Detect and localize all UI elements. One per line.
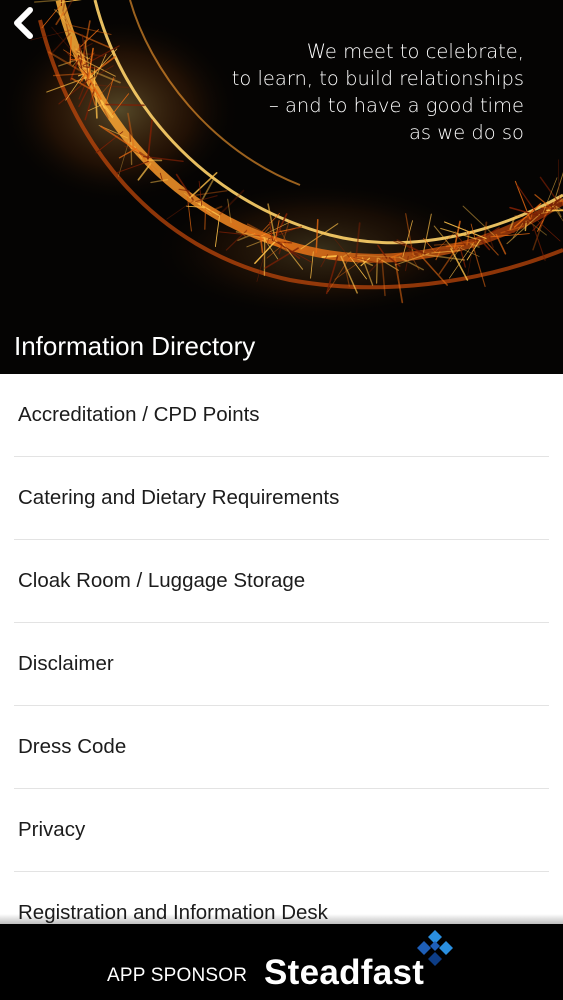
tagline-line: – and to have a good time	[269, 94, 524, 117]
list-item[interactable]: Disclaimer	[0, 623, 563, 706]
diamond-cluster-logo-icon	[417, 930, 453, 966]
tagline-line: as we do so	[408, 121, 524, 144]
spark-strand	[41, 4, 62, 29]
tagline-line: We meet to celebrate,	[306, 40, 524, 63]
spark-strand	[204, 207, 207, 230]
tagline-line: to learn, to build relationships	[231, 67, 524, 90]
list-item-label: Catering and Dietary Requirements	[18, 486, 340, 509]
page-title: Information Directory	[14, 331, 256, 361]
hero-banner: We meet to celebrate, to learn, to build…	[0, 0, 563, 374]
list-item[interactable]: Cloak Room / Luggage Storage	[0, 540, 563, 623]
list-item-label: Dress Code	[18, 735, 127, 758]
list-item-label: Cloak Room / Luggage Storage	[18, 569, 306, 592]
logo-diamond	[417, 941, 431, 955]
logo-diamond	[428, 952, 442, 966]
sponsor-logo-text: Steadfast	[264, 953, 425, 992]
directory-list: Accreditation / CPD Points Catering and …	[0, 374, 563, 924]
chevron-left-icon	[14, 7, 33, 39]
logo-diamond	[439, 941, 453, 955]
spark-strand	[321, 255, 338, 258]
logo-diamond	[430, 941, 440, 951]
list-item-label: Accreditation / CPD Points	[18, 403, 260, 426]
spark-strand	[445, 244, 465, 248]
sponsor-label: APP SPONSOR	[107, 965, 248, 986]
list-item[interactable]: Registration and Information Desk	[0, 872, 563, 924]
back-button[interactable]	[6, 4, 40, 42]
list-item-label: Privacy	[18, 818, 86, 841]
spark-strand	[376, 257, 378, 284]
list-item-label: Disclaimer	[18, 652, 114, 675]
list-item[interactable]: Dress Code	[0, 706, 563, 789]
list-item[interactable]: Privacy	[0, 789, 563, 872]
spark-strand	[103, 103, 145, 107]
event-tagline: We meet to celebrate, to learn, to build…	[194, 38, 524, 146]
list-item[interactable]: Accreditation / CPD Points	[0, 374, 563, 457]
sponsor-bar[interactable]: APP SPONSOR Steadfast	[0, 924, 563, 1000]
list-item-label: Registration and Information Desk	[18, 901, 328, 924]
app-screen: We meet to celebrate, to learn, to build…	[0, 0, 563, 1000]
list-item[interactable]: Catering and Dietary Requirements	[0, 457, 563, 540]
